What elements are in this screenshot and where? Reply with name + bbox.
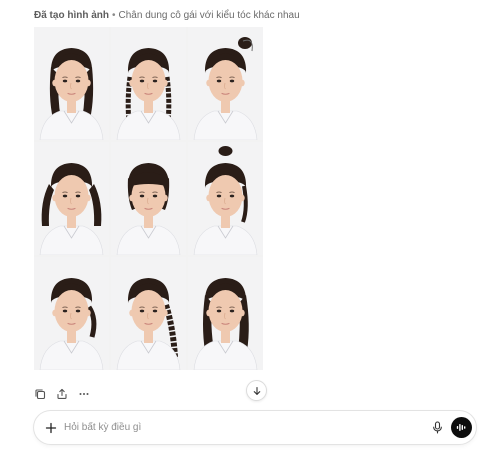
dictate-button[interactable] [430, 420, 445, 435]
share-icon [57, 388, 67, 399]
portrait-cell-side-braid [111, 257, 186, 370]
generated-image-title: Đã tạo hình ảnh [34, 10, 109, 21]
prompt-input[interactable] [64, 419, 424, 436]
portrait-illustration [34, 142, 109, 255]
portrait-cell-bangs-bob [111, 142, 186, 255]
portrait-illustration [34, 257, 109, 370]
message-composer [34, 411, 476, 444]
portrait-cell-pigtails [34, 142, 109, 255]
arrow-down-icon [253, 386, 260, 395]
portrait-illustration [111, 142, 186, 255]
voice-mode-icon [456, 424, 466, 431]
portrait-illustration [111, 27, 186, 140]
scroll-to-bottom-button[interactable] [246, 380, 267, 401]
portrait-illustration [188, 257, 263, 370]
portrait-illustration [188, 27, 263, 140]
more-icon [79, 393, 89, 395]
image-generation-header: Đã tạo hình ảnh • Chân dung cô gái với kiể… [34, 10, 300, 21]
portrait-illustration [188, 142, 263, 255]
share-button[interactable] [54, 386, 70, 402]
mic-icon [433, 421, 442, 434]
more-options-button[interactable] [76, 386, 92, 402]
portrait-cell-long-straight [188, 257, 263, 370]
attach-button[interactable] [42, 419, 59, 436]
portrait-cell-side-swept-bun [188, 27, 263, 140]
portrait-cell-top-bun [188, 142, 263, 255]
portrait-cell-low-braids [111, 27, 186, 140]
message-actions [32, 386, 92, 402]
image-caption: Chân dung cô gái với kiểu tóc khác nhau [118, 10, 300, 21]
voice-mode-button[interactable] [451, 417, 472, 438]
generated-image-grid[interactable] [34, 27, 263, 370]
portrait-illustration [34, 27, 109, 140]
portrait-illustration [111, 257, 186, 370]
plus-icon [45, 422, 56, 433]
copy-button[interactable] [32, 386, 48, 402]
copy-icon [35, 389, 46, 400]
portrait-cell-low-ponytail [34, 257, 109, 370]
chat-page: Đã tạo hình ảnh • Chân dung cô gái với kiể… [0, 0, 493, 450]
portrait-cell-straight-shoulder [34, 27, 109, 140]
header-separator: • [112, 10, 116, 21]
